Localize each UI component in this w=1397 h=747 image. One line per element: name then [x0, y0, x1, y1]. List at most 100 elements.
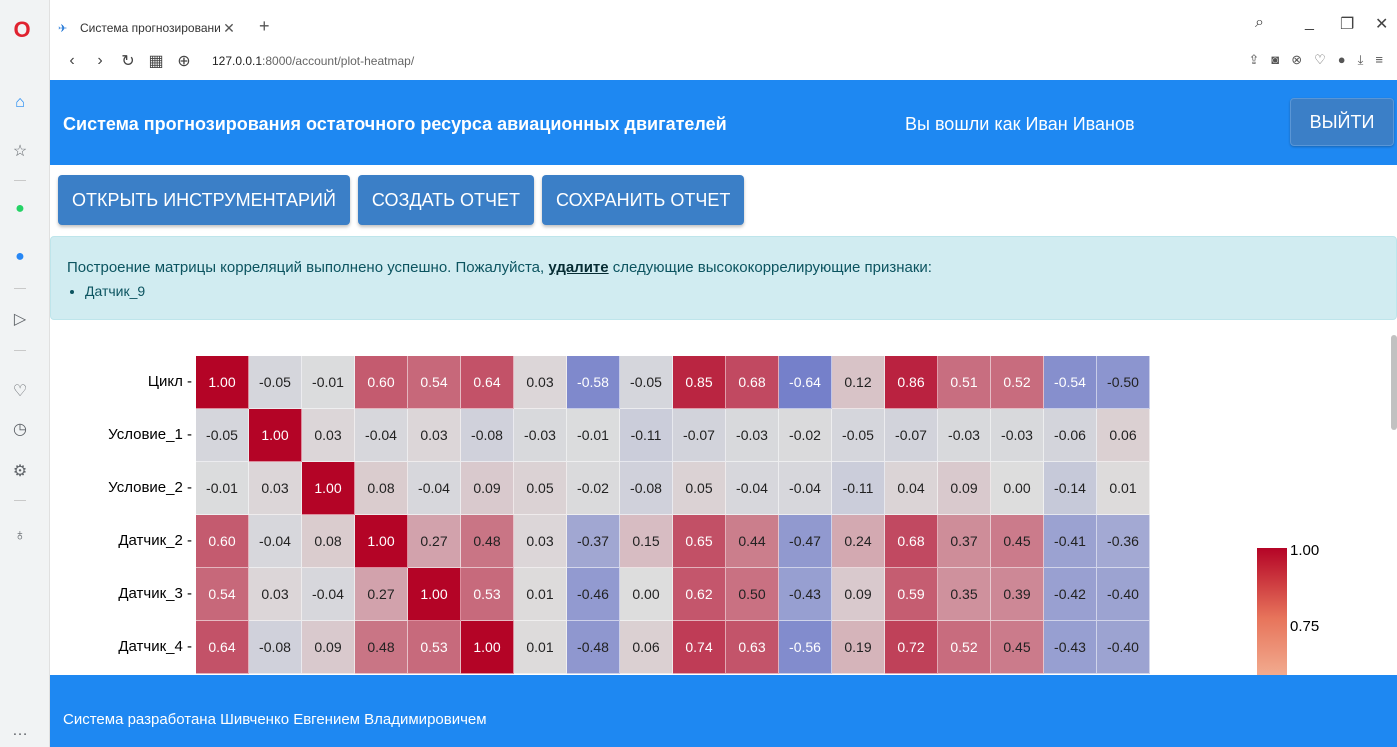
site-info-icon[interactable]: ⊕	[170, 51, 198, 71]
heatmap-cell: -0.58	[567, 356, 620, 409]
logout-button[interactable]: ВЫЙТИ	[1290, 98, 1394, 146]
heatmap-cell: -0.36	[1097, 515, 1150, 568]
heatmap-cell: 0.85	[673, 356, 726, 409]
heatmap-cell: 0.09	[302, 621, 355, 674]
heatmap-cell: -0.47	[779, 515, 832, 568]
bookmark-heart-icon[interactable]: ♡	[1314, 52, 1326, 68]
app-footer: Система разработана Шивченко Евгением Вл…	[50, 675, 1397, 747]
colorbar	[1257, 548, 1287, 688]
heatmap-cell: 0.05	[673, 462, 726, 515]
heatmap-cell: 0.03	[302, 409, 355, 462]
browser-logo-icon[interactable]: O	[10, 18, 34, 42]
heatmap-row-label: Условие_2 -	[108, 479, 192, 496]
heatmap-cell: -0.03	[514, 409, 567, 462]
bulb-icon[interactable]: ♁	[9, 525, 31, 547]
heatmap-cell: 0.37	[938, 515, 991, 568]
clock-icon[interactable]: ◷	[9, 418, 31, 440]
heatmap-cell: 0.68	[885, 515, 938, 568]
heatmap-cell: 0.45	[991, 515, 1044, 568]
app-header: Система прогнозирования остаточного ресу…	[50, 80, 1397, 165]
heatmap-cell: 0.63	[726, 621, 779, 674]
heatmap-cell: -0.01	[302, 356, 355, 409]
camera-icon[interactable]: ◙	[1271, 52, 1279, 68]
heatmap-cell: -0.04	[779, 462, 832, 515]
whatsapp-icon[interactable]: ●	[9, 198, 31, 220]
forward-icon[interactable]: ›	[86, 52, 114, 70]
new-tab-button[interactable]: +	[259, 16, 270, 37]
heatmap-cell: 0.52	[991, 356, 1044, 409]
heatmap-cell: -0.03	[991, 409, 1044, 462]
reload-icon[interactable]: ↻	[114, 51, 142, 71]
heatmap-cell: 0.60	[196, 515, 249, 568]
heatmap-cell: 0.01	[514, 621, 567, 674]
tab-close-icon[interactable]: ✕	[220, 20, 238, 37]
vk-icon[interactable]: ●	[9, 246, 31, 268]
heatmap-cell: 0.00	[991, 462, 1044, 515]
heatmap-cell: 0.48	[355, 621, 408, 674]
heatmap-cell: 0.65	[673, 515, 726, 568]
heatmap-cell: -0.64	[779, 356, 832, 409]
heart-icon[interactable]: ♡	[9, 380, 31, 402]
heatmap-cell: 0.27	[355, 568, 408, 621]
heatmap-cell: -0.05	[196, 409, 249, 462]
heatmap-cell: 0.03	[249, 568, 302, 621]
heatmap-cell: 0.86	[885, 356, 938, 409]
more-icon[interactable]: …	[9, 720, 31, 742]
heatmap-row-label: Датчик_4 -	[118, 638, 192, 655]
heatmap-cell: -0.04	[726, 462, 779, 515]
heatmap-cell: 0.59	[885, 568, 938, 621]
heatmap-cell: -0.42	[1044, 568, 1097, 621]
heatmap-cell: -0.56	[779, 621, 832, 674]
heatmap-cell: -0.54	[1044, 356, 1097, 409]
heatmap-cell: 0.04	[885, 462, 938, 515]
open-tools-button[interactable]: ОТКРЫТЬ ИНСТРУМЕНТАРИЙ	[58, 175, 350, 225]
heatmap-cell: 0.54	[408, 356, 461, 409]
heatmap-cell: 1.00	[461, 621, 514, 674]
back-icon[interactable]: ‹	[58, 52, 86, 70]
profile-icon[interactable]: ●	[1338, 52, 1346, 68]
heatmap-cell: 1.00	[408, 568, 461, 621]
close-window-icon[interactable]: ✕	[1375, 14, 1388, 34]
download-icon[interactable]: ⤓	[1358, 52, 1364, 68]
heatmap-cell: -0.08	[249, 621, 302, 674]
restore-icon[interactable]: ❐	[1340, 14, 1354, 34]
heatmap-cell: -0.04	[408, 462, 461, 515]
home-icon[interactable]: ⌂	[9, 92, 31, 114]
browser-sidebar: O ⌂ ☆ ● ● ▷ ♡ ◷ ⚙ ♁ …	[0, 0, 50, 747]
tabs-grid-icon[interactable]: ▦	[142, 51, 170, 71]
heatmap-cell: -0.04	[302, 568, 355, 621]
heatmap-cell: -0.02	[567, 462, 620, 515]
menu-icon[interactable]: ≡	[1375, 52, 1383, 68]
heatmap-cell: 0.12	[832, 356, 885, 409]
heatmap-cell: -0.01	[567, 409, 620, 462]
heatmap-cell: 0.00	[620, 568, 673, 621]
url-field[interactable]: 127.0.0.1:8000/account/plot-heatmap/	[212, 54, 414, 68]
browser-tab[interactable]: ✈ Система прогнозировани ✕	[58, 14, 238, 42]
heatmap-cell: -0.02	[779, 409, 832, 462]
share-icon[interactable]: ⇪	[1248, 52, 1259, 68]
heatmap-cell: -0.40	[1097, 568, 1150, 621]
heatmap-row-label: Датчик_3 -	[118, 585, 192, 602]
block-icon[interactable]: ⊗	[1291, 52, 1302, 68]
play-icon[interactable]: ▷	[9, 308, 31, 330]
settings-icon[interactable]: ⚙	[9, 460, 31, 482]
app-title: Система прогнозирования остаточного ресу…	[63, 114, 727, 134]
minimize-icon[interactable]: _	[1305, 14, 1314, 32]
search-tabs-icon[interactable]: ⌕	[1255, 14, 1264, 32]
address-bar: ‹ › ↻ ▦ ⊕ 127.0.0.1:8000/account/plot-he…	[50, 44, 1397, 78]
heatmap-cell: 0.15	[620, 515, 673, 568]
star-icon[interactable]: ☆	[9, 140, 31, 162]
heatmap-cell: 0.48	[461, 515, 514, 568]
heatmap-cell: 0.27	[408, 515, 461, 568]
colorbar-tick: 1.00	[1290, 542, 1320, 559]
heatmap-cell: 0.74	[673, 621, 726, 674]
heatmap-cell: 0.53	[408, 621, 461, 674]
heatmap-cell: -0.05	[620, 356, 673, 409]
create-report-button[interactable]: СОЗДАТЬ ОТЧЕТ	[357, 175, 534, 225]
correlation-heatmap: Цикл -1.00 -0.05 -0.01 0.60 0.54 0.64 0.03 -0.5…	[50, 350, 1397, 674]
heatmap-cell: 0.08	[355, 462, 408, 515]
heatmap-cell: -0.50	[1097, 356, 1150, 409]
page-scrollbar[interactable]	[1391, 335, 1397, 430]
save-report-button[interactable]: СОХРАНИТЬ ОТЧЕТ	[541, 175, 745, 225]
heatmap-cell: -0.06	[1044, 409, 1097, 462]
